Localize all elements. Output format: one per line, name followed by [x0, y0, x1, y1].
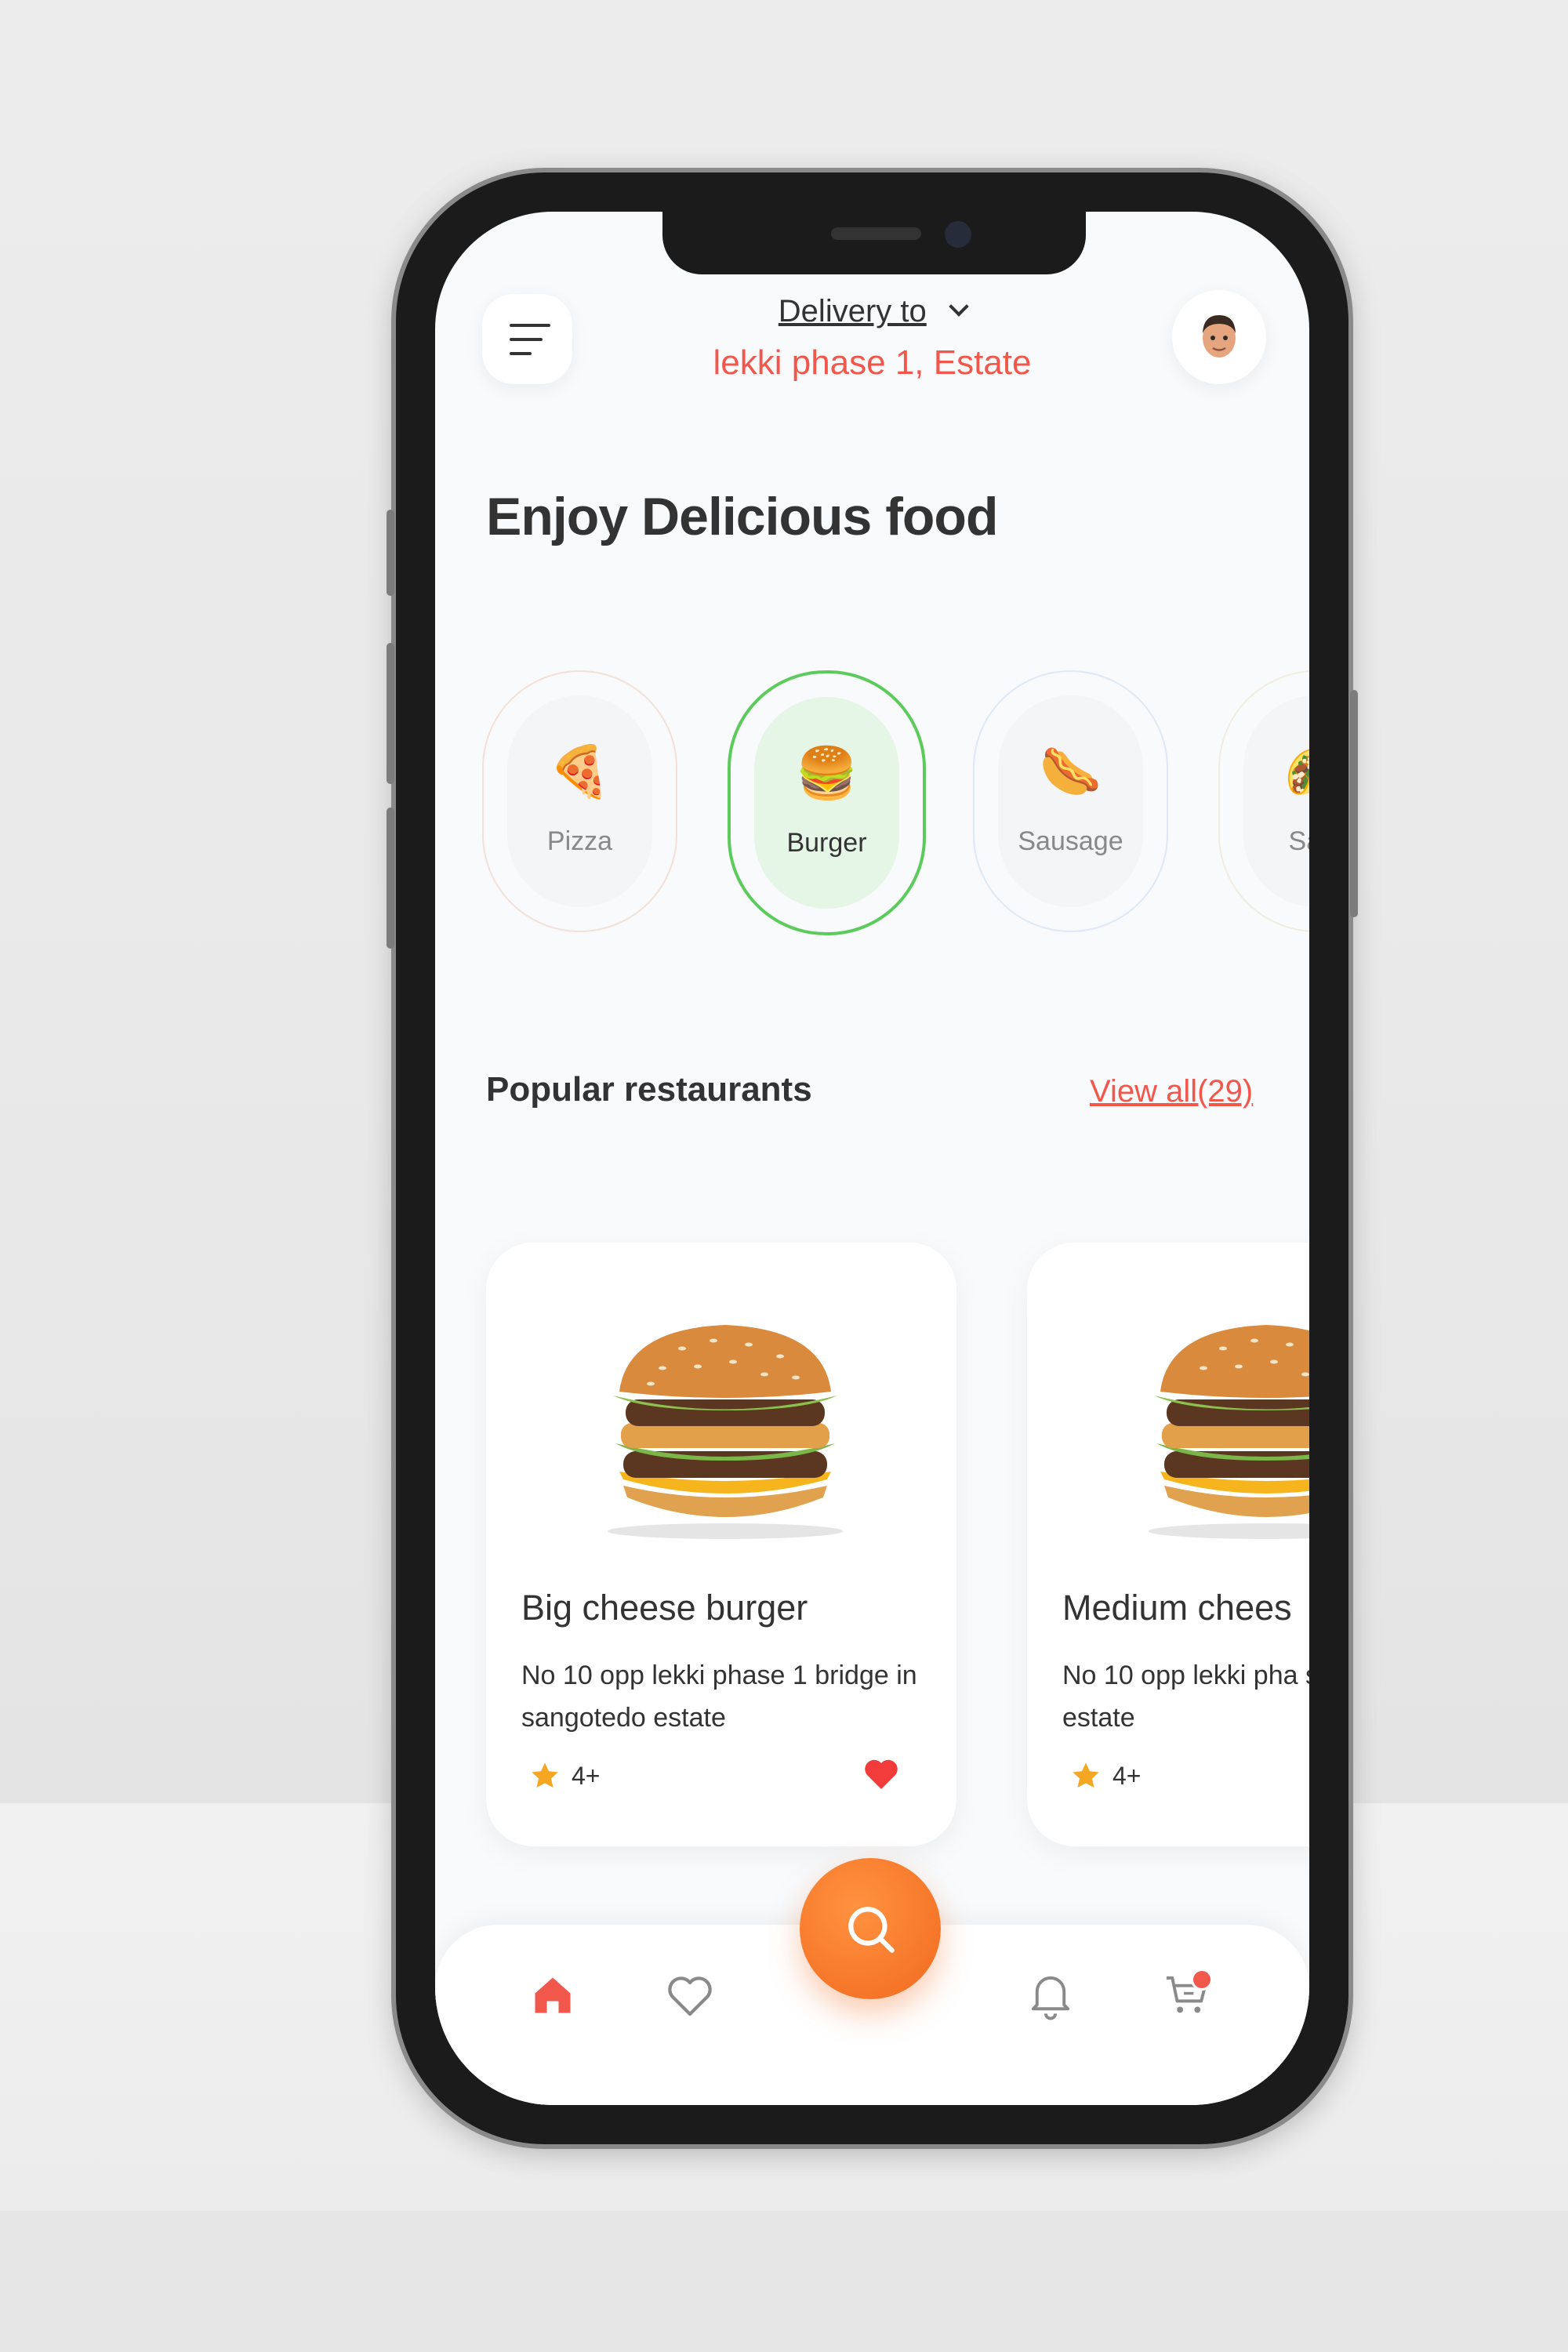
rating-value: 4+: [1112, 1761, 1142, 1790]
avatar-icon: [1203, 315, 1236, 358]
taco-icon: 🌮: [1285, 746, 1309, 797]
category-sam[interactable]: 🌮 Sam: [1218, 670, 1309, 932]
notch: [662, 212, 1086, 274]
page-title: Enjoy Delicious food: [486, 487, 998, 546]
nav-cart[interactable]: [1156, 1964, 1219, 2027]
heart-icon: [668, 1976, 712, 2016]
nav-notifications[interactable]: [1019, 1964, 1082, 2027]
cart-badge: [1191, 1969, 1213, 1991]
nav-home[interactable]: [521, 1964, 584, 2027]
rating-value: 4+: [572, 1761, 601, 1790]
category-burger[interactable]: 🍔 Burger: [728, 670, 926, 935]
restaurant-address: No 10 opp lekki pha sangotedo estate: [1062, 1661, 1309, 1733]
phone-device: Delivery to lekki phase 1, Estate Enjoy …: [387, 172, 1358, 2144]
category-sausage-inner: 🌭 Sausage: [998, 695, 1143, 907]
restaurant-card[interactable]: Medium chees No 10 opp lekki pha sangote…: [1027, 1243, 1309, 1846]
star-icon: [532, 1762, 558, 1788]
nav-favorites[interactable]: [659, 1964, 721, 2027]
delivery-label[interactable]: Delivery to: [779, 294, 927, 328]
category-pizza[interactable]: 🍕 Pizza: [482, 670, 677, 932]
restaurant-name: Big cheese burger: [521, 1588, 808, 1628]
restaurant-name: Medium chees: [1062, 1588, 1292, 1628]
volume-up-button: [387, 643, 394, 784]
rating: 4+: [529, 1760, 600, 1791]
section-title: Popular restaurants: [486, 1070, 812, 1109]
category-sam-inner: 🌮 Sam: [1243, 695, 1309, 907]
category-sausage[interactable]: 🌭 Sausage: [973, 670, 1168, 932]
mute-switch: [387, 510, 394, 596]
pizza-icon: 🍕: [548, 742, 612, 800]
restaurant-card[interactable]: Big cheese burger No 10 opp lekki phase …: [486, 1243, 956, 1846]
avatar[interactable]: [1172, 290, 1266, 384]
burger-image: [596, 1305, 855, 1544]
speaker: [831, 227, 921, 240]
volume-down-button: [387, 808, 394, 949]
app-screen: Delivery to lekki phase 1, Estate Enjoy …: [435, 212, 1309, 2105]
heart-filled-icon: [865, 1759, 898, 1789]
background-band: [0, 2211, 1568, 2352]
home-icon: [535, 1977, 571, 2013]
bell-icon: [1031, 1976, 1070, 2020]
hotdog-icon: 🌭: [1039, 742, 1102, 800]
view-all-link[interactable]: View all(29): [1090, 1074, 1253, 1109]
category-label: Sam: [1288, 826, 1309, 856]
rating: 4+: [1070, 1760, 1141, 1791]
category-burger-inner: 🍔 Burger: [754, 697, 899, 909]
restaurant-address: No 10 opp lekki phase 1 bridge in sangot…: [521, 1661, 917, 1733]
chevron-down-icon[interactable]: [949, 296, 969, 317]
star-icon: [1073, 1762, 1099, 1788]
category-label: Burger: [786, 827, 867, 858]
favorite-button[interactable]: [862, 1756, 900, 1795]
category-label: Pizza: [546, 826, 613, 856]
burger-image: [1137, 1305, 1309, 1544]
front-camera: [945, 221, 971, 248]
search-icon: [848, 1907, 895, 1953]
burger-icon: 🍔: [795, 744, 858, 801]
power-button: [1350, 690, 1358, 917]
category-label: Sausage: [1018, 826, 1123, 856]
category-pizza-inner: 🍕 Pizza: [507, 695, 652, 907]
search-button[interactable]: [800, 1858, 941, 1999]
